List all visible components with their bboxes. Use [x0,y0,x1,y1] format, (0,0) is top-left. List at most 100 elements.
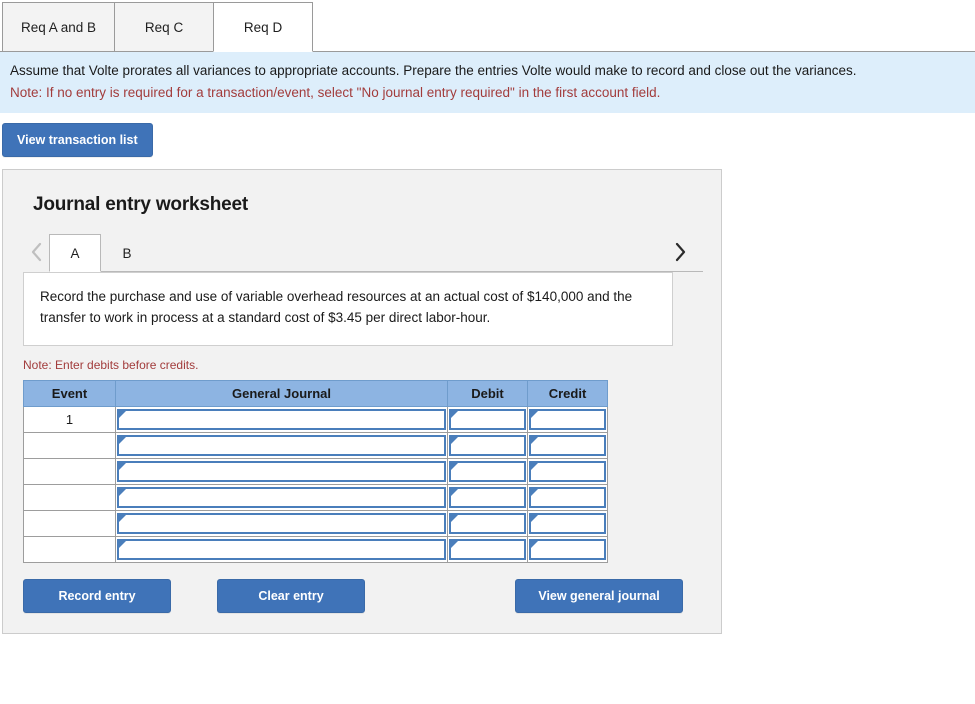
cell-debit[interactable] [447,483,528,511]
debit-input-wrapper[interactable] [449,486,526,508]
column-header-general-journal: General Journal [115,379,448,407]
view-transaction-list-button[interactable]: View transaction list [2,123,153,158]
cell-credit[interactable] [527,457,608,485]
tab-req-d[interactable]: Req D [213,2,314,52]
cell-general-journal[interactable] [115,483,448,511]
debit-input-wrapper[interactable] [449,460,526,482]
credit-input-wrapper[interactable] [529,486,606,508]
cell-general-journal[interactable] [115,457,448,485]
debits-before-credits-note: Note: Enter debits before credits. [23,357,199,372]
transaction-list-toolbar: View transaction list [0,113,975,169]
instruction-banner: Assume that Volte prorates all variances… [0,52,975,114]
credit-input-wrapper[interactable] [529,460,606,482]
transaction-description-text: Record the purchase and use of variable … [40,289,633,326]
table-row [23,509,608,537]
debit-input[interactable] [451,462,524,480]
general-journal-input-wrapper[interactable] [117,408,446,430]
cell-debit[interactable] [447,457,528,485]
general-journal-input[interactable] [119,436,444,454]
general-journal-input-wrapper[interactable] [117,460,446,482]
worksheet-action-buttons: Record entry Clear entry View general jo… [23,578,683,613]
cell-credit[interactable] [527,509,608,537]
cell-event: 1 [23,405,116,433]
credit-input-wrapper[interactable] [529,408,606,430]
clear-entry-button[interactable]: Clear entry [217,578,365,613]
debit-input-wrapper[interactable] [449,512,526,534]
cell-general-journal[interactable] [115,405,448,433]
entry-tab-row: A B [23,232,703,273]
credit-input-wrapper[interactable] [529,434,606,456]
view-general-journal-button[interactable]: View general journal [515,578,683,613]
column-header-event: Event [23,379,116,407]
cell-credit[interactable] [527,535,608,563]
cell-event [23,431,116,459]
credit-input[interactable] [531,488,604,506]
entry-tab-a[interactable]: A [49,234,101,273]
instruction-text: Assume that Volte prorates all variances… [10,63,857,78]
table-header-row: Event General Journal Debit Credit [23,379,608,407]
credit-input[interactable] [531,540,604,558]
table-row: 1 [23,405,608,433]
credit-input[interactable] [531,436,604,454]
table-row [23,483,608,511]
credit-input[interactable] [531,462,604,480]
cell-general-journal[interactable] [115,431,448,459]
cell-debit[interactable] [447,431,528,459]
instruction-note: Note: If no entry is required for a tran… [10,84,661,100]
column-header-debit: Debit [447,379,528,407]
general-journal-input-wrapper[interactable] [117,512,446,534]
cell-general-journal[interactable] [115,535,448,563]
chevron-right-icon[interactable] [667,232,693,272]
debit-input-wrapper[interactable] [449,434,526,456]
page-title: Journal entry worksheet [33,194,249,216]
debit-input[interactable] [451,540,524,558]
journal-table-body: 1 [23,405,608,563]
general-journal-input-wrapper[interactable] [117,486,446,508]
column-header-credit: Credit [527,379,608,407]
credit-input[interactable] [531,514,604,532]
credit-input[interactable] [531,410,604,428]
cell-debit[interactable] [447,405,528,433]
debit-input[interactable] [451,410,524,428]
general-journal-input-wrapper[interactable] [117,538,446,560]
cell-debit[interactable] [447,509,528,537]
chevron-left-icon[interactable] [23,232,49,272]
record-entry-button[interactable]: Record entry [23,578,171,613]
credit-input-wrapper[interactable] [529,512,606,534]
cell-credit[interactable] [527,483,608,511]
cell-event [23,535,116,563]
debit-input-wrapper[interactable] [449,408,526,430]
general-journal-input[interactable] [119,514,444,532]
requirement-tab-strip: Req A and B Req C Req D [0,0,975,52]
debit-input[interactable] [451,436,524,454]
cell-event [23,483,116,511]
transaction-description-box: Record the purchase and use of variable … [23,272,673,346]
tab-label: Req D [243,19,283,35]
cell-event [23,509,116,537]
entry-tab-b[interactable]: B [101,234,153,272]
entry-tab-label: A [70,245,80,261]
general-journal-input[interactable] [119,488,444,506]
general-journal-input-wrapper[interactable] [117,434,446,456]
entry-tab-label: B [122,245,132,261]
cell-general-journal[interactable] [115,509,448,537]
tab-label: Req A and B [21,19,97,35]
general-journal-input[interactable] [119,540,444,558]
table-row [23,457,608,485]
table-row [23,431,608,459]
tab-req-c[interactable]: Req C [114,2,215,52]
tab-req-a-and-b[interactable]: Req A and B [2,2,116,52]
general-journal-input[interactable] [119,410,444,428]
credit-input-wrapper[interactable] [529,538,606,560]
cell-credit[interactable] [527,431,608,459]
journal-entry-worksheet-panel: Journal entry worksheet A B Record the p… [2,169,722,634]
table-row [23,535,608,563]
debit-input[interactable] [451,514,524,532]
tab-label: Req C [144,19,184,35]
debit-input-wrapper[interactable] [449,538,526,560]
general-journal-input[interactable] [119,462,444,480]
debit-input[interactable] [451,488,524,506]
cell-credit[interactable] [527,405,608,433]
cell-debit[interactable] [447,535,528,563]
tab-strip-filler [312,2,975,52]
